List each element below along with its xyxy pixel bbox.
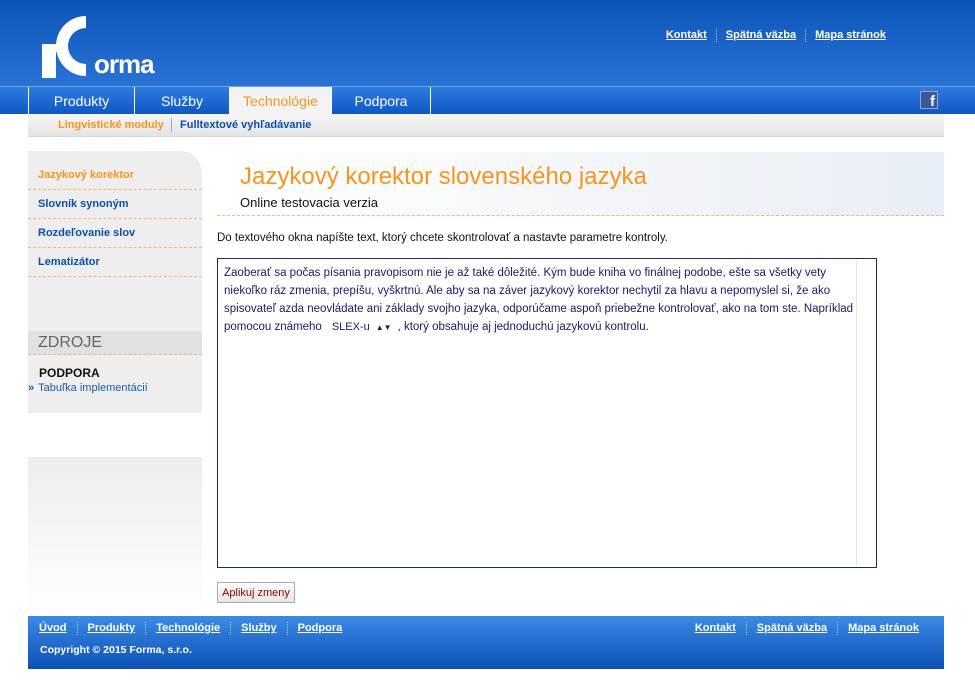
sidebar-support-link[interactable]: » Tabuľka implementácií [28, 382, 148, 394]
footer-link-produkty[interactable]: Produkty [76, 622, 146, 635]
sidebar-item-rozdelovanie-slov[interactable]: Rozdeľovanie slov [28, 219, 202, 248]
page-subtitle: Online testovacia verzia [240, 195, 379, 210]
footer-left-links: Úvod Produkty Technológie Služby Podpora [29, 622, 352, 635]
select-arrows-icon: ▲▼ [375, 323, 392, 332]
page-header: Jazykový korektor slovenského jazyka Onl… [217, 152, 944, 216]
footer-link-sluzby[interactable]: Služby [230, 622, 286, 635]
site-footer: Úvod Produkty Technológie Služby Podpora… [28, 616, 944, 669]
support-link-label: Tabuľka implementácií [38, 382, 148, 394]
footer-link-podpora[interactable]: Podpora [286, 622, 353, 635]
sidebar-support-title: PODPORA [39, 366, 100, 380]
site-header: orma Kontakt Spätná väzba Mapa stránok [0, 0, 975, 86]
contact-link[interactable]: Kontakt [657, 29, 716, 42]
logo-text: orma [94, 49, 155, 79]
sidebar-item-slovnik-synonym[interactable]: Slovník synoným [28, 190, 202, 219]
top-links: Kontakt Spätná väzba Mapa stránok [657, 29, 895, 42]
footer-link-technologie[interactable]: Technológie [145, 622, 230, 635]
sidebar-section-title: ZDROJE [28, 331, 202, 355]
footer-right-links: Kontakt Spätná väzba Mapa stránok [685, 622, 929, 635]
copyright-text: Copyright © 2015 Forma, s.r.o. [40, 644, 192, 656]
tab-technologie[interactable]: Technológie [229, 87, 331, 114]
main-nav: Produkty Služby Technológie Podpora f [0, 86, 975, 114]
slex-select-value: SLEX-u [331, 321, 370, 333]
footer-link-kontakt[interactable]: Kontakt [685, 622, 746, 635]
apply-changes-button[interactable]: Aplikuj zmeny [217, 582, 295, 603]
sitemap-link[interactable]: Mapa stránok [805, 29, 895, 42]
tab-produkty[interactable]: Produkty [28, 87, 134, 114]
sidebar-item-lematizator[interactable]: Lematizátor [28, 248, 202, 277]
footer-link-mapa-stranok[interactable]: Mapa stránok [837, 622, 929, 635]
footer-link-uvod[interactable]: Úvod [29, 622, 77, 635]
page-title: Jazykový korektor slovenského jazyka [240, 163, 647, 190]
subnav-divider [171, 118, 172, 132]
editor-text-part2: , ktorý obsahuje aj jednoduchú jazykovú … [397, 321, 649, 333]
double-chevron-right-icon: » [28, 382, 35, 394]
sidebar-item-jazykovy-korektor[interactable]: Jazykový korektor [28, 161, 202, 190]
editor-content[interactable]: Zaoberať sa počas písania pravopisom nie… [224, 264, 854, 337]
facebook-icon[interactable]: f [920, 91, 938, 110]
subnav-fulltextove-vyhladavanie[interactable]: Fulltextové vyhľadávanie [180, 119, 311, 131]
editor-scrollbar[interactable] [856, 260, 875, 566]
text-editor[interactable]: Zaoberať sa počas písania pravopisom nie… [217, 258, 877, 568]
feedback-link[interactable]: Spätná väzba [715, 29, 805, 42]
instructions-text: Do textového okna napíšte text, ktorý ch… [217, 232, 668, 244]
forma-logo[interactable]: orma [38, 14, 155, 80]
footer-link-spatna-vazba[interactable]: Spätná väzba [745, 622, 837, 635]
sub-nav: Lingvistické moduly Fulltextové vyhľadáv… [28, 114, 944, 137]
sidebar: Jazykový korektor Slovník synoným Rozdeľ… [28, 151, 202, 413]
tab-podpora[interactable]: Podpora [331, 87, 431, 114]
subnav-lingvisticke-moduly[interactable]: Lingvistické moduly [58, 119, 164, 131]
tab-sluzby[interactable]: Služby [134, 87, 229, 114]
slex-select[interactable]: SLEX-u ▲▼ [330, 318, 394, 337]
sidebar-lower-panel [28, 457, 202, 616]
